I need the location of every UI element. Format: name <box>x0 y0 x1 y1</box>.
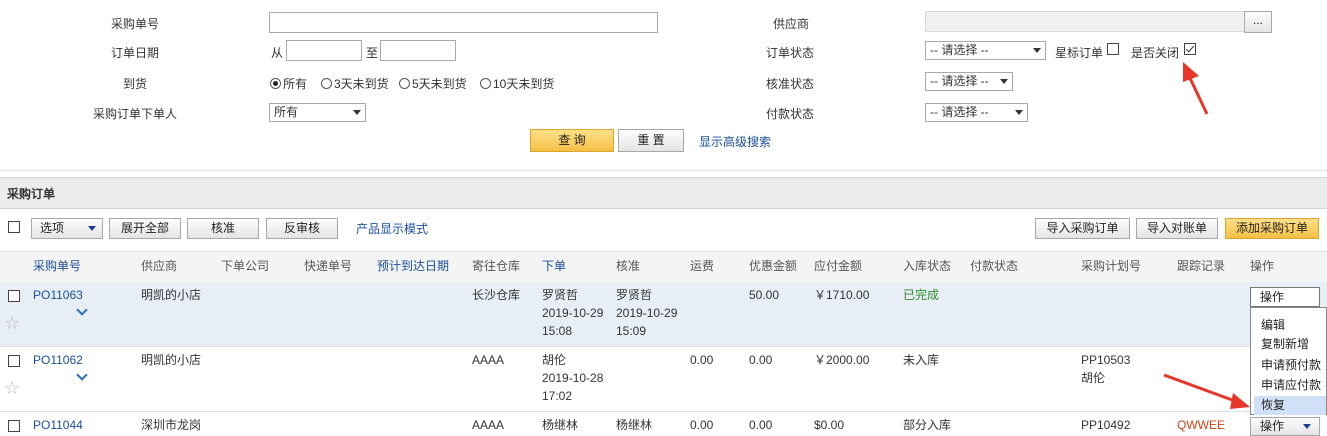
arrow-icon <box>1183 62 1209 115</box>
arrow-icon <box>1163 373 1250 409</box>
annotation-arrows <box>1163 62 1250 409</box>
